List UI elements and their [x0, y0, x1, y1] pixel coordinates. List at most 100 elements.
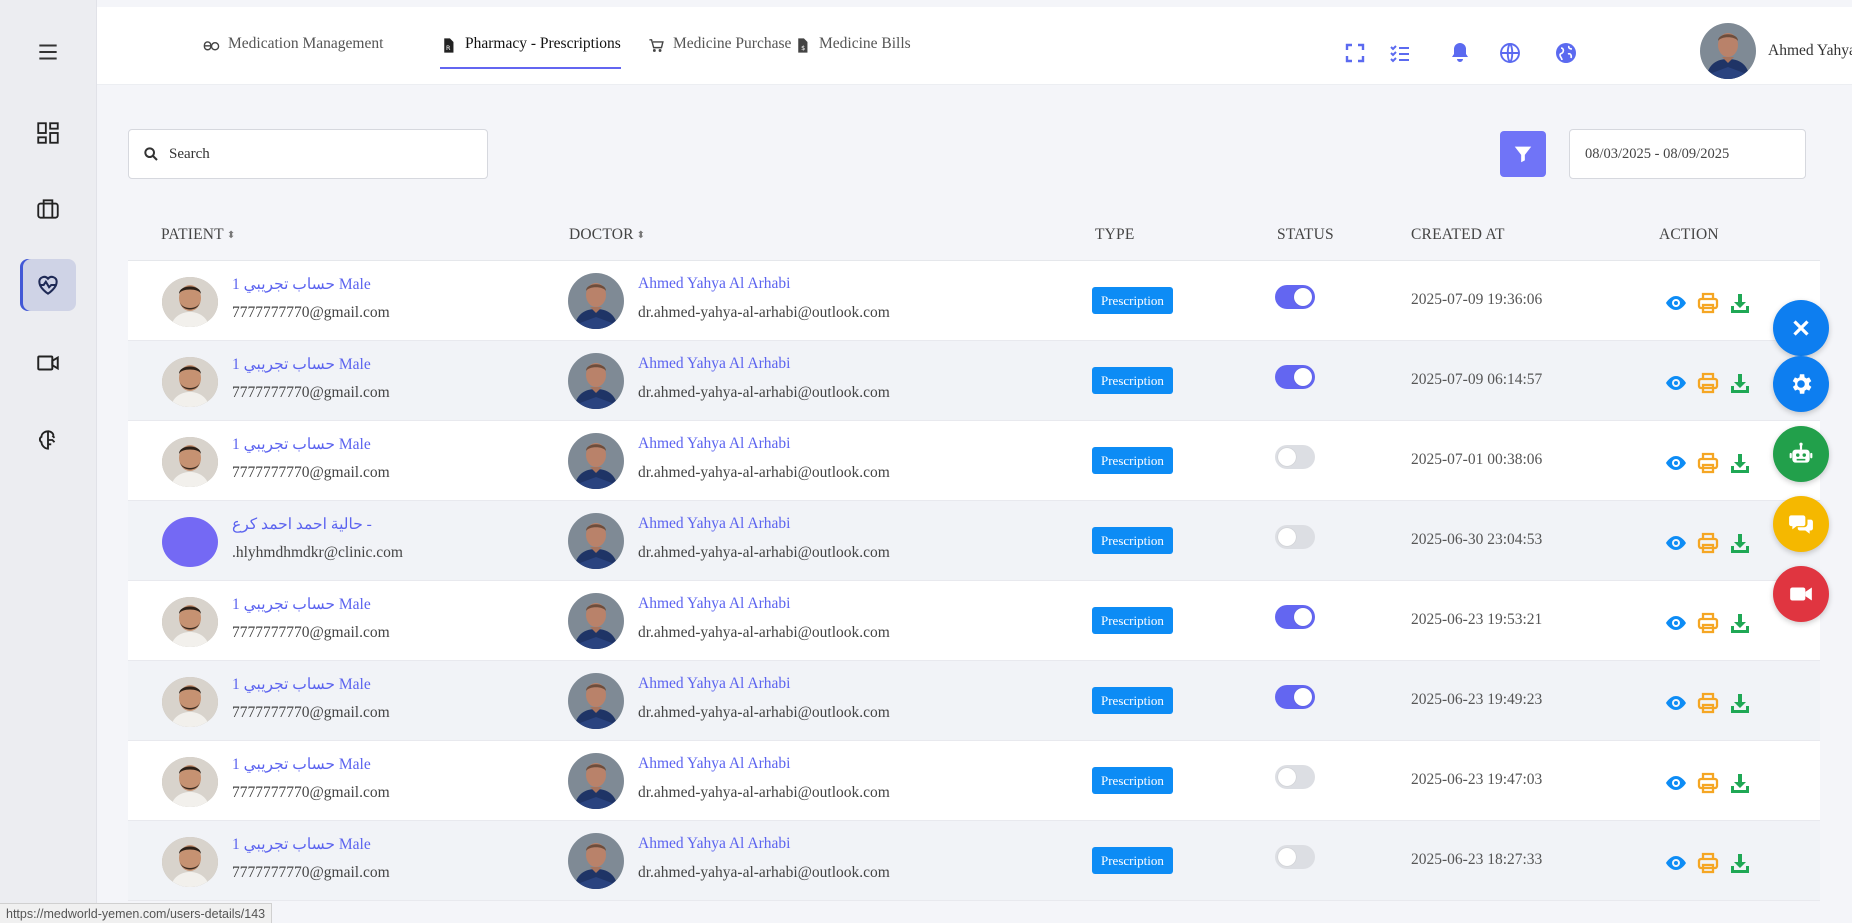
fullscreen-icon[interactable]	[1342, 40, 1368, 66]
patient-avatar[interactable]	[162, 437, 218, 487]
filter-button[interactable]	[1500, 131, 1546, 177]
view-icon[interactable]	[1664, 371, 1688, 395]
view-icon[interactable]	[1664, 771, 1688, 795]
patient-avatar[interactable]	[162, 757, 218, 807]
doctor-avatar[interactable]	[568, 273, 624, 329]
doctor-name[interactable]: Ahmed Yahya Al Arhabi	[638, 595, 790, 613]
status-toggle[interactable]	[1275, 685, 1315, 709]
doctor-name[interactable]: Ahmed Yahya Al Arhabi	[638, 275, 790, 293]
doctor-name[interactable]: Ahmed Yahya Al Arhabi	[638, 435, 790, 453]
column-header-doctor[interactable]: DOCTOR ⬍	[569, 226, 645, 244]
user-name[interactable]: Ahmed Yahya Al Arhabi	[1768, 42, 1852, 60]
status-toggle[interactable]	[1275, 605, 1315, 629]
patient-name[interactable]: حساب تجريبي 1 Male	[232, 595, 371, 614]
view-icon[interactable]	[1664, 691, 1688, 715]
tab-pharmacy-prescriptions[interactable]: R Pharmacy - Prescriptions	[440, 35, 621, 69]
patient-name[interactable]: حساب تجريبي 1 Male	[232, 755, 371, 774]
globe-icon[interactable]	[1497, 40, 1523, 66]
print-icon[interactable]	[1696, 291, 1720, 315]
settings-fab-button[interactable]	[1773, 356, 1829, 412]
search-input[interactable]	[169, 145, 469, 163]
robot-fab-button[interactable]	[1773, 426, 1829, 482]
sidebar-item-dashboard[interactable]	[20, 107, 76, 159]
type-badge: Prescription	[1092, 287, 1173, 314]
checklist-icon[interactable]	[1387, 40, 1413, 66]
sidebar-item-health[interactable]	[20, 259, 76, 311]
patient-name[interactable]: حالية احمد احمد كرع -	[232, 515, 372, 534]
view-icon[interactable]	[1664, 851, 1688, 875]
sidebar-item-video[interactable]	[20, 337, 76, 389]
date-range-picker[interactable]: 08/03/2025 - 08/09/2025	[1569, 129, 1806, 179]
doctor-name[interactable]: Ahmed Yahya Al Arhabi	[638, 515, 790, 533]
view-icon[interactable]	[1664, 291, 1688, 315]
column-header-patient[interactable]: PATIENT ⬍	[161, 226, 235, 244]
video-call-fab-button[interactable]	[1773, 566, 1829, 622]
patient-avatar[interactable]	[162, 277, 218, 327]
doctor-avatar[interactable]	[568, 433, 624, 489]
doctor-avatar[interactable]	[568, 593, 624, 649]
patient-name[interactable]: حساب تجريبي 1 Male	[232, 275, 371, 294]
doctor-avatar[interactable]	[568, 833, 624, 889]
download-icon[interactable]	[1728, 771, 1752, 795]
print-icon[interactable]	[1696, 691, 1720, 715]
close-fab-button[interactable]	[1773, 300, 1829, 356]
patient-avatar[interactable]	[162, 837, 218, 887]
status-toggle[interactable]	[1275, 365, 1315, 389]
status-toggle[interactable]	[1275, 525, 1315, 549]
patient-avatar[interactable]	[162, 357, 218, 407]
download-icon[interactable]	[1728, 291, 1752, 315]
download-icon[interactable]	[1728, 611, 1752, 635]
type-badge: Prescription	[1092, 687, 1173, 714]
tab-medicine-bills[interactable]: $ Medicine Bills	[794, 35, 911, 69]
tab-medicine-purchase[interactable]: Medicine Purchase	[648, 35, 791, 69]
doctor-avatar[interactable]	[568, 513, 624, 569]
print-icon[interactable]	[1696, 451, 1720, 475]
status-toggle[interactable]	[1275, 845, 1315, 869]
status-toggle[interactable]	[1275, 445, 1315, 469]
doctor-avatar[interactable]	[568, 673, 624, 729]
view-icon[interactable]	[1664, 531, 1688, 555]
download-icon[interactable]	[1728, 691, 1752, 715]
status-toggle[interactable]	[1275, 285, 1315, 309]
patient-avatar[interactable]	[162, 677, 218, 727]
doctor-avatar[interactable]	[568, 753, 624, 809]
gear-icon	[1792, 374, 1812, 394]
doctor-name[interactable]: Ahmed Yahya Al Arhabi	[638, 835, 790, 853]
status-toggle[interactable]	[1275, 765, 1315, 789]
doctor-email: dr.ahmed-yahya-al-arhabi@outlook.com	[638, 544, 890, 561]
download-icon[interactable]	[1728, 371, 1752, 395]
created-at: 2025-06-23 19:49:23	[1411, 691, 1543, 708]
patient-name[interactable]: حساب تجريبي 1 Male	[232, 675, 371, 694]
print-icon[interactable]	[1696, 771, 1720, 795]
sidebar-item-briefcase[interactable]	[20, 183, 76, 235]
doctor-avatar[interactable]	[568, 353, 624, 409]
print-icon[interactable]	[1696, 371, 1720, 395]
search-icon	[144, 147, 158, 161]
download-icon[interactable]	[1728, 451, 1752, 475]
sidebar-item-brain[interactable]	[20, 414, 76, 466]
view-icon[interactable]	[1664, 611, 1688, 635]
earth-icon[interactable]	[1553, 40, 1579, 66]
doctor-name[interactable]: Ahmed Yahya Al Arhabi	[638, 755, 790, 773]
print-icon[interactable]	[1696, 611, 1720, 635]
patient-avatar[interactable]	[162, 597, 218, 647]
created-at: 2025-06-23 19:47:03	[1411, 771, 1543, 788]
patient-name[interactable]: حساب تجريبي 1 Male	[232, 835, 371, 854]
pills-icon	[203, 41, 220, 51]
tab-medication-management[interactable]: Medication Management	[203, 35, 383, 69]
doctor-name[interactable]: Ahmed Yahya Al Arhabi	[638, 355, 790, 373]
patient-name[interactable]: حساب تجريبي 1 Male	[232, 435, 371, 454]
doctor-name[interactable]: Ahmed Yahya Al Arhabi	[638, 675, 790, 693]
tab-label: Pharmacy - Prescriptions	[465, 35, 621, 52]
user-avatar[interactable]	[1700, 23, 1756, 79]
download-icon[interactable]	[1728, 851, 1752, 875]
view-icon[interactable]	[1664, 451, 1688, 475]
chat-fab-button[interactable]	[1773, 496, 1829, 552]
print-icon[interactable]	[1696, 851, 1720, 875]
hamburger-menu-icon[interactable]	[20, 26, 76, 78]
print-icon[interactable]	[1696, 531, 1720, 555]
bell-icon[interactable]	[1447, 40, 1473, 66]
download-icon[interactable]	[1728, 531, 1752, 555]
patient-avatar-placeholder[interactable]	[162, 517, 218, 567]
patient-name[interactable]: حساب تجريبي 1 Male	[232, 355, 371, 374]
